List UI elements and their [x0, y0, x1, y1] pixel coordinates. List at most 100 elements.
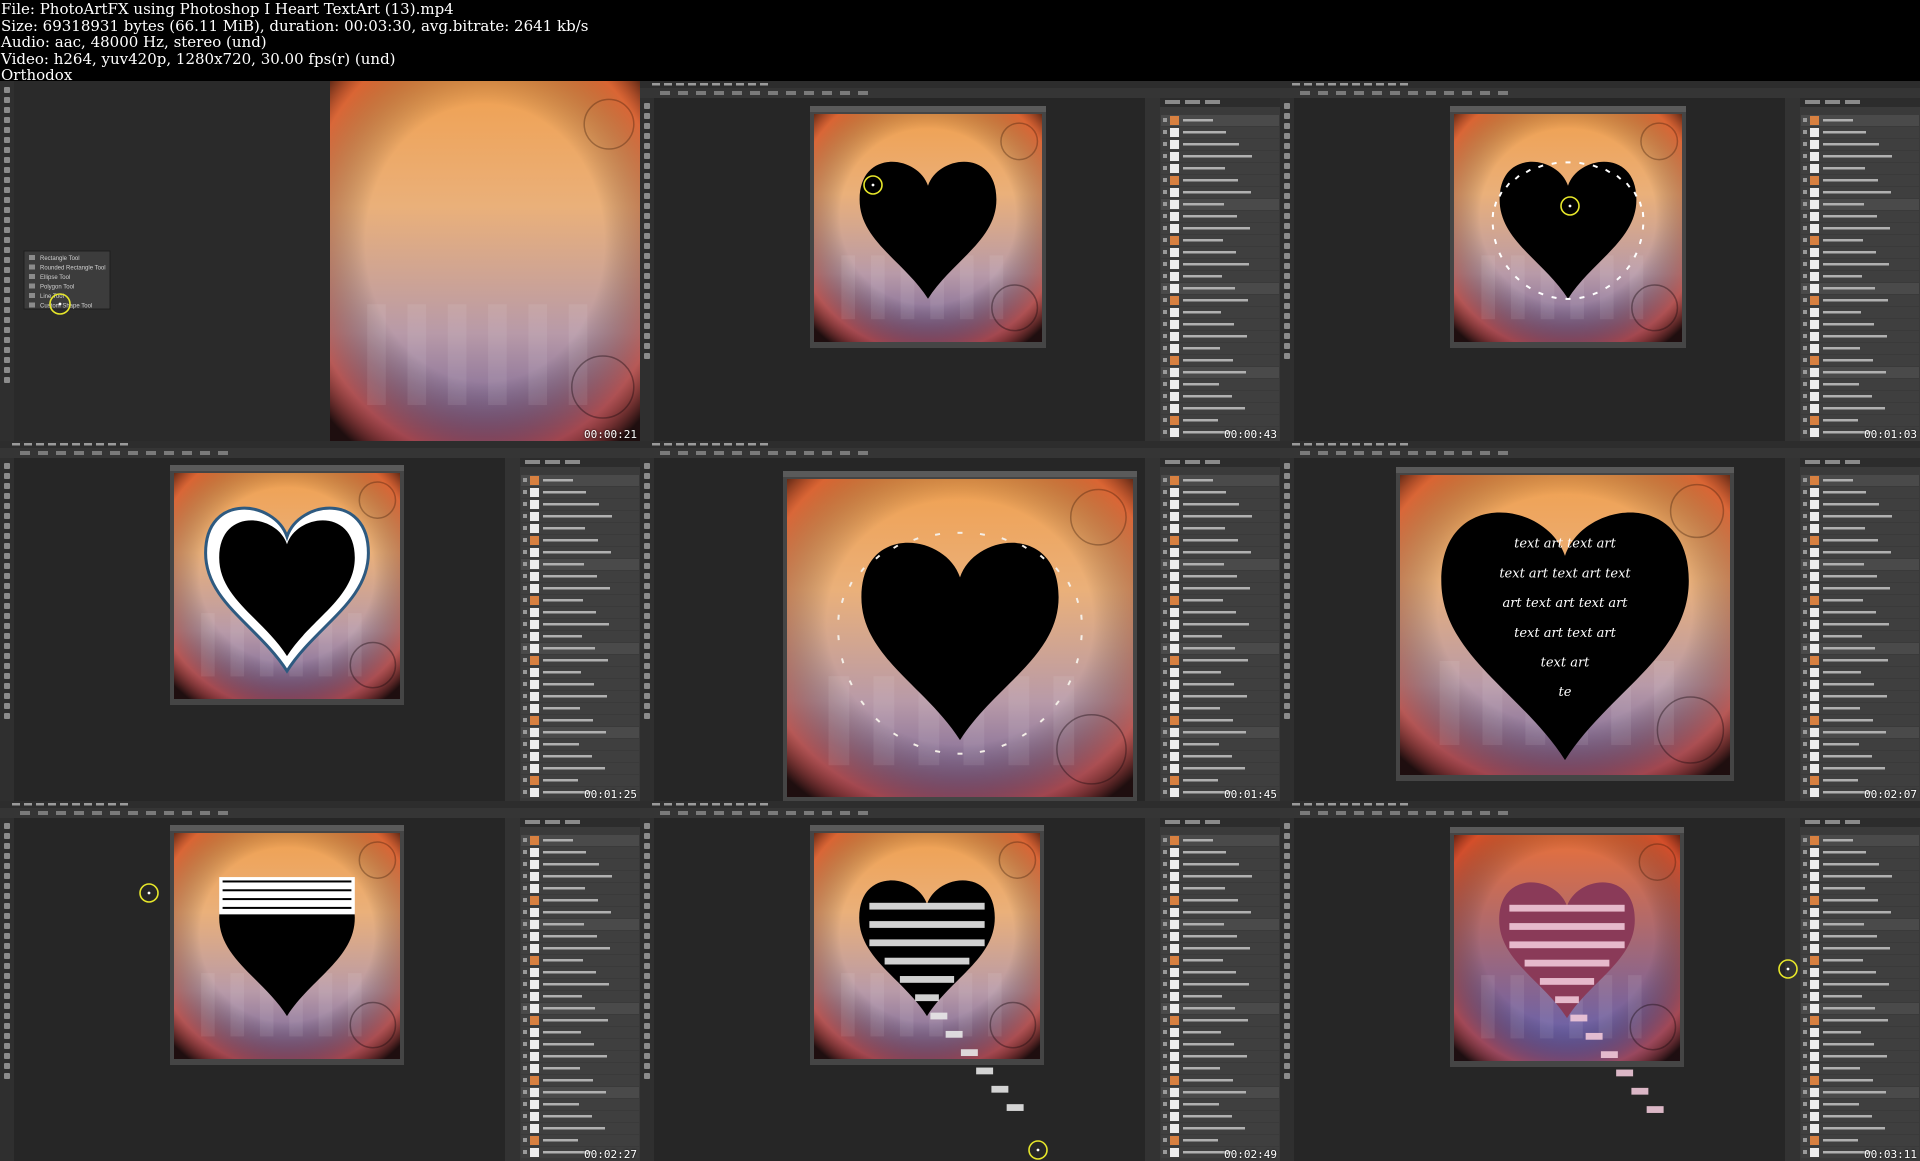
eye-icon[interactable] — [1803, 406, 1807, 410]
eye-icon[interactable] — [523, 550, 527, 554]
eye-icon[interactable] — [1163, 166, 1167, 170]
eye-icon[interactable] — [1163, 394, 1167, 398]
menu-item[interactable] — [700, 803, 708, 806]
eye-icon[interactable] — [523, 1054, 527, 1058]
option-control[interactable] — [1444, 91, 1454, 95]
tool-icon[interactable] — [4, 873, 10, 879]
tool-icon[interactable] — [4, 953, 10, 959]
menu-item[interactable] — [1400, 83, 1408, 86]
tool-icon[interactable] — [4, 503, 10, 509]
menu-item[interactable] — [24, 443, 32, 446]
eye-icon[interactable] — [1163, 358, 1167, 362]
option-control[interactable] — [1300, 811, 1310, 815]
eye-icon[interactable] — [523, 706, 527, 710]
tool-icon[interactable] — [4, 613, 10, 619]
tool-icon[interactable] — [1284, 503, 1290, 509]
tool-icon[interactable] — [644, 943, 650, 949]
tool-icon[interactable] — [1284, 583, 1290, 589]
tool-icon[interactable] — [1284, 973, 1290, 979]
eye-icon[interactable] — [523, 586, 527, 590]
eye-icon[interactable] — [1163, 778, 1167, 782]
option-control[interactable] — [858, 91, 868, 95]
tool-icon[interactable] — [1284, 923, 1290, 929]
menu-item[interactable] — [1388, 443, 1396, 446]
panel-tab[interactable] — [1825, 100, 1840, 104]
option-control[interactable] — [1498, 91, 1508, 95]
tool-icon[interactable] — [4, 1003, 10, 1009]
tool-icon[interactable] — [644, 123, 650, 129]
menu-item[interactable] — [748, 803, 756, 806]
eye-icon[interactable] — [523, 718, 527, 722]
menu-item[interactable] — [1400, 443, 1408, 446]
tool-icon[interactable] — [644, 1033, 650, 1039]
document-tab[interactable] — [810, 825, 1044, 831]
eye-icon[interactable] — [523, 1126, 527, 1130]
tool-icon[interactable] — [4, 593, 10, 599]
tool-icon[interactable] — [4, 983, 10, 989]
tool-icon[interactable] — [4, 923, 10, 929]
tool-icon[interactable] — [1284, 703, 1290, 709]
eye-icon[interactable] — [523, 1150, 527, 1154]
menu-item[interactable] — [12, 443, 20, 446]
option-control[interactable] — [840, 91, 850, 95]
eye-icon[interactable] — [1163, 982, 1167, 986]
eye-icon[interactable] — [1163, 622, 1167, 626]
eye-icon[interactable] — [1163, 1150, 1167, 1154]
option-control[interactable] — [1426, 91, 1436, 95]
tool-icon[interactable] — [4, 903, 10, 909]
eye-icon[interactable] — [1803, 514, 1807, 518]
menu-item[interactable] — [1364, 443, 1372, 446]
tool-icon[interactable] — [644, 683, 650, 689]
option-control[interactable] — [822, 91, 832, 95]
panel-tab[interactable] — [1185, 100, 1200, 104]
tool-icon[interactable] — [4, 663, 10, 669]
tool-icon[interactable] — [1284, 843, 1290, 849]
eye-icon[interactable] — [523, 694, 527, 698]
menu-item[interactable] — [652, 803, 660, 806]
eye-icon[interactable] — [1163, 1054, 1167, 1058]
eye-icon[interactable] — [1803, 718, 1807, 722]
eye-icon[interactable] — [1803, 658, 1807, 662]
eye-icon[interactable] — [523, 1102, 527, 1106]
menu-item[interactable] — [1388, 83, 1396, 86]
tool-icon[interactable] — [644, 193, 650, 199]
eye-icon[interactable] — [1803, 1102, 1807, 1106]
eye-icon[interactable] — [1163, 1078, 1167, 1082]
eye-icon[interactable] — [523, 886, 527, 890]
eye-icon[interactable] — [1163, 346, 1167, 350]
option-control[interactable] — [218, 811, 228, 815]
tool-icon[interactable] — [4, 693, 10, 699]
tool-icon[interactable] — [1284, 513, 1290, 519]
tool-icon[interactable] — [644, 273, 650, 279]
tool-icon[interactable] — [4, 543, 10, 549]
tool-icon[interactable] — [4, 157, 10, 163]
tool-icon[interactable] — [1284, 1053, 1290, 1059]
menu-item[interactable] — [736, 443, 744, 446]
tool-icon[interactable] — [1284, 873, 1290, 879]
tool-icon[interactable] — [644, 543, 650, 549]
eye-icon[interactable] — [1163, 886, 1167, 890]
tool-icon[interactable] — [1284, 133, 1290, 139]
tool-icon[interactable] — [644, 883, 650, 889]
menu-item[interactable] — [48, 443, 56, 446]
eye-icon[interactable] — [523, 874, 527, 878]
tool-icon[interactable] — [644, 283, 650, 289]
option-control[interactable] — [804, 451, 814, 455]
option-control[interactable] — [732, 91, 742, 95]
eye-icon[interactable] — [1163, 142, 1167, 146]
option-control[interactable] — [1318, 811, 1328, 815]
option-control[interactable] — [840, 451, 850, 455]
eye-icon[interactable] — [1803, 394, 1807, 398]
option-control[interactable] — [714, 811, 724, 815]
option-control[interactable] — [750, 451, 760, 455]
tool-icon[interactable] — [4, 523, 10, 529]
eye-icon[interactable] — [1803, 862, 1807, 866]
menu-item[interactable] — [748, 443, 756, 446]
tool-icon[interactable] — [4, 287, 10, 293]
option-control[interactable] — [1408, 811, 1418, 815]
tool-icon[interactable] — [4, 853, 10, 859]
tool-icon[interactable] — [644, 913, 650, 919]
eye-icon[interactable] — [523, 958, 527, 962]
option-control[interactable] — [1354, 91, 1364, 95]
eye-icon[interactable] — [1163, 190, 1167, 194]
